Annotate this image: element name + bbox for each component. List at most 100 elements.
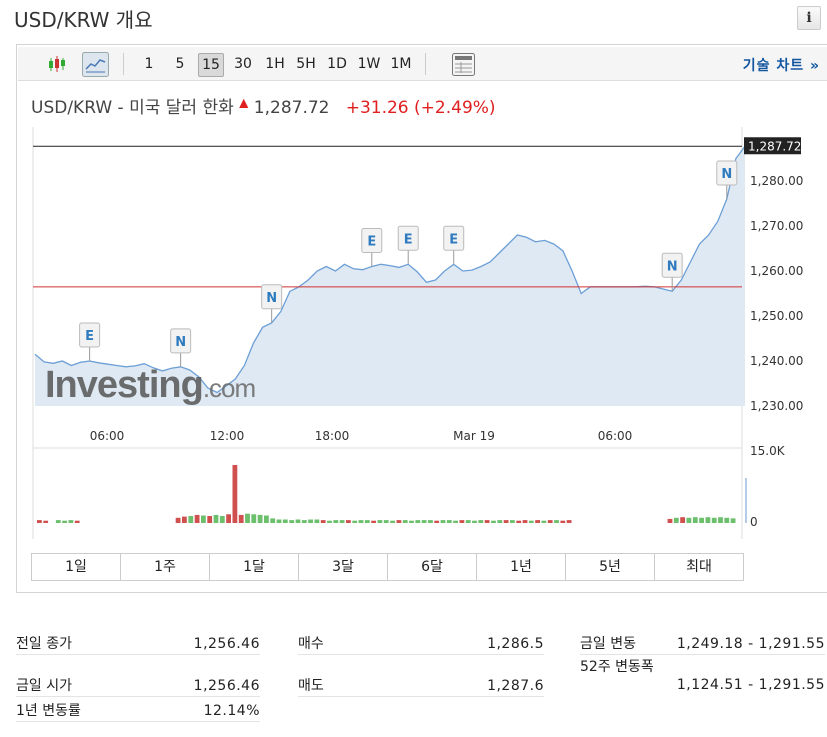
stat-label: 금일 시가 bbox=[16, 678, 72, 694]
volume-bar bbox=[711, 517, 717, 523]
stat-bid: 매수 1,286.5 bbox=[298, 633, 544, 655]
volume-bar bbox=[409, 520, 414, 523]
period-selector: 1일 1주 1달 3달 6달 1년 5년 최대 bbox=[31, 553, 744, 581]
period-max[interactable]: 최대 bbox=[655, 554, 743, 580]
y-tick-label: 1,260.00 bbox=[750, 264, 803, 278]
volume-bar bbox=[510, 520, 515, 523]
x-tick-label: Mar 19 bbox=[453, 429, 495, 443]
period-1m[interactable]: 1달 bbox=[210, 554, 299, 580]
period-1d[interactable]: 1일 bbox=[32, 554, 121, 580]
volume-bar bbox=[396, 520, 402, 523]
volume-bar bbox=[535, 520, 540, 523]
stat-value: 1,249.18 - 1,291.55 bbox=[676, 636, 825, 652]
volume-bar bbox=[465, 520, 471, 523]
chart-widget: 1 5 15 30 1H 5H 1D 1W 1M 기술 차트 » USD/KRW… bbox=[16, 44, 827, 593]
volume-bar bbox=[516, 520, 522, 523]
investing-watermark: Investing.com bbox=[45, 364, 255, 406]
event-marker-n: N bbox=[721, 167, 732, 182]
price-chart[interactable]: 1,280.00 1,270.00 1,260.00 1,250.00 1,240.00… bbox=[17, 45, 827, 550]
event-marker-e: E bbox=[449, 232, 458, 247]
x-tick-label: 18:00 bbox=[315, 429, 350, 443]
volume-bar bbox=[428, 520, 433, 523]
volume-axis-min: 0 bbox=[750, 515, 758, 529]
volume-bar bbox=[175, 517, 181, 523]
volume-bar bbox=[491, 520, 496, 523]
volume-bar bbox=[327, 520, 332, 523]
period-1y[interactable]: 1년 bbox=[477, 554, 566, 580]
volume-bar bbox=[421, 520, 427, 523]
event-marker-e: E bbox=[404, 232, 413, 247]
stat-52week: 52주 변동폭 1,124.51 - 1,291.55 bbox=[580, 656, 825, 696]
volume-bar bbox=[503, 520, 509, 523]
volume-bar bbox=[289, 520, 295, 523]
event-marker-n: N bbox=[175, 335, 186, 350]
last-price-label: 1,287.72 bbox=[748, 139, 801, 153]
volume-bar bbox=[724, 517, 730, 523]
volume-axis-max: 15.0K bbox=[750, 444, 786, 458]
volume-bar bbox=[62, 520, 67, 523]
stat-value: 1,286.5 bbox=[487, 636, 544, 652]
event-marker-n: N bbox=[667, 259, 678, 274]
volume-bar bbox=[295, 519, 301, 523]
volume-bar bbox=[692, 517, 698, 523]
period-5y[interactable]: 5년 bbox=[566, 554, 655, 580]
stat-day-range: 금일 변동 1,249.18 - 1,291.55 bbox=[580, 633, 825, 655]
stat-value: 1,124.51 - 1,291.55 bbox=[676, 677, 825, 693]
volume-bar bbox=[68, 520, 74, 523]
volume-bar bbox=[383, 520, 389, 523]
volume-bar bbox=[566, 520, 572, 523]
volume-bar bbox=[364, 520, 370, 523]
period-1w[interactable]: 1주 bbox=[121, 554, 210, 580]
volume-bar bbox=[680, 517, 685, 523]
volume-bar bbox=[301, 520, 307, 523]
volume-bar bbox=[264, 515, 269, 523]
volume-bar bbox=[43, 520, 49, 523]
volume-bar bbox=[390, 520, 395, 523]
stat-value: 1,256.46 bbox=[193, 636, 260, 652]
volume-bar bbox=[554, 520, 559, 523]
volume-bar bbox=[251, 514, 257, 523]
volume-bar bbox=[314, 519, 320, 523]
event-marker-n: N bbox=[266, 291, 277, 306]
volume-bar bbox=[213, 514, 219, 523]
volume-bar bbox=[245, 513, 250, 523]
volume-bar bbox=[238, 514, 244, 523]
volume-bar bbox=[472, 520, 477, 523]
volume-bar bbox=[182, 516, 187, 523]
volume-bar bbox=[459, 520, 465, 523]
y-tick-label: 1,230.00 bbox=[750, 399, 803, 413]
period-3m[interactable]: 3달 bbox=[299, 554, 388, 580]
period-6m[interactable]: 6달 bbox=[388, 554, 477, 580]
volume-bar bbox=[270, 518, 276, 523]
volume-bar bbox=[705, 517, 711, 523]
volume-bar bbox=[497, 520, 503, 523]
volume-bar bbox=[699, 517, 704, 523]
volume-bar bbox=[188, 516, 194, 523]
volume-bar bbox=[320, 520, 326, 523]
volume-bar bbox=[276, 519, 282, 523]
stat-1y-change: 1년 변동률 12.14% bbox=[16, 700, 260, 722]
stat-label: 매도 bbox=[298, 678, 324, 694]
volume-bar bbox=[257, 514, 263, 523]
stat-label: 전일 종가 bbox=[16, 636, 72, 652]
volume-bar bbox=[686, 517, 692, 523]
volume-bar bbox=[667, 518, 673, 523]
info-icon[interactable]: i bbox=[797, 6, 821, 30]
x-tick-label: 12:00 bbox=[210, 429, 245, 443]
volume-bar bbox=[226, 514, 231, 523]
stat-value: 1,256.46 bbox=[193, 678, 260, 694]
y-tick-label: 1,240.00 bbox=[750, 354, 803, 368]
stat-value: 12.14% bbox=[203, 703, 260, 719]
stat-open: 금일 시가 1,256.46 bbox=[16, 675, 260, 697]
volume-bar bbox=[478, 520, 484, 523]
volume-bar bbox=[371, 520, 376, 523]
volume-bar bbox=[194, 514, 200, 523]
stat-label: 1년 변동률 bbox=[16, 703, 81, 719]
x-tick-label: 06:00 bbox=[598, 429, 633, 443]
event-marker-e: E bbox=[85, 329, 94, 344]
volume-bar bbox=[339, 520, 345, 523]
x-tick-label: 06:00 bbox=[90, 429, 125, 443]
y-tick-label: 1,270.00 bbox=[750, 219, 803, 233]
volume-bar bbox=[547, 520, 553, 523]
volume-bar bbox=[207, 516, 213, 523]
